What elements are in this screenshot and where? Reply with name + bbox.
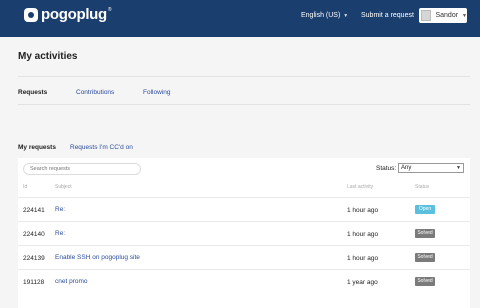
subnav-following[interactable]: Following [143, 89, 170, 96]
request-subject-link[interactable]: Re: [55, 230, 65, 237]
submit-request-link[interactable]: Submit a request [361, 12, 414, 19]
user-menu-button[interactable]: Sandor ▼ [419, 8, 467, 23]
status-badge: Solved [415, 253, 435, 262]
table-row[interactable]: 224139 Enable SSH on pogoplug site 1 hou… [18, 245, 470, 269]
table-row[interactable]: 224140 Re: 1 hour ago Solved [18, 221, 470, 245]
status-filter-select[interactable]: Any ▼ [398, 163, 464, 173]
page-title: My activities [18, 51, 78, 62]
request-subject-link[interactable]: Re: [55, 206, 65, 213]
request-subject-link[interactable]: cnet promo [55, 278, 88, 285]
user-name: Sandor [435, 12, 459, 19]
chevron-down-icon: ▼ [456, 165, 461, 171]
tab-my-requests[interactable]: My requests [18, 144, 56, 151]
chevron-down-icon: ▼ [343, 13, 349, 19]
divider [18, 76, 470, 77]
request-last-activity: 1 year ago [347, 279, 378, 286]
subnav-requests[interactable]: Requests [18, 89, 47, 96]
pogoplug-logo-icon [24, 7, 38, 22]
request-last-activity: 1 hour ago [347, 207, 379, 214]
request-id: 224141 [23, 207, 45, 214]
search-input[interactable] [23, 163, 141, 175]
divider [18, 104, 470, 105]
status-filter-value: Any [401, 165, 412, 171]
column-header-status[interactable]: Status [415, 184, 429, 190]
request-id: 224139 [23, 255, 45, 262]
column-header-id[interactable]: Id [23, 184, 27, 190]
request-id: 224140 [23, 231, 45, 238]
status-badge: Open [415, 205, 435, 214]
language-label: English (US) [301, 12, 341, 19]
table-row[interactable]: 224141 Re: 1 hour ago Open [18, 197, 470, 221]
status-badge: Solved [415, 277, 435, 286]
chevron-down-icon: ▼ [462, 12, 467, 19]
table-row[interactable]: 191128 cnet promo 1 year ago Solved [18, 269, 470, 293]
tab-requests-ccd[interactable]: Requests I'm CC'd on [70, 144, 133, 151]
language-selector[interactable]: English (US) ▼ [301, 12, 348, 19]
request-last-activity: 1 hour ago [347, 255, 379, 262]
subnav-contributions[interactable]: Contributions [76, 89, 114, 96]
request-last-activity: 1 hour ago [347, 231, 379, 238]
status-filter-label: Status: [376, 165, 397, 172]
top-header: pogoplug ® English (US) ▼ Submit a reques… [0, 0, 480, 37]
avatar [421, 10, 432, 21]
column-header-last-activity[interactable]: Last activity [347, 184, 373, 190]
status-badge: Solved [415, 229, 435, 238]
column-header-subject[interactable]: Subject [55, 184, 72, 190]
request-id: 191128 [23, 279, 45, 286]
pogoplug-logo[interactable]: pogoplug ® [24, 6, 112, 23]
requests-panel: Status: Any ▼ Id Subject Last activity S… [18, 158, 470, 308]
logo-trademark: ® [107, 6, 112, 13]
request-subject-link[interactable]: Enable SSH on pogoplug site [55, 254, 140, 261]
logo-text: pogoplug [41, 6, 107, 23]
